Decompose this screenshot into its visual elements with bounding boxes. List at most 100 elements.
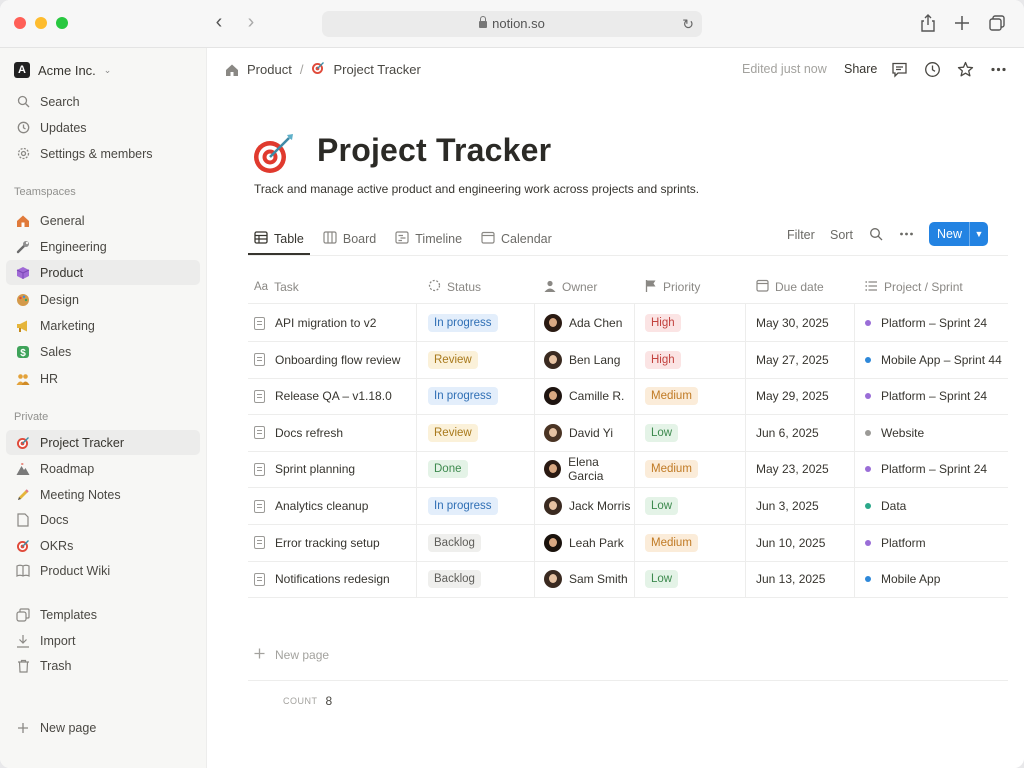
- project-cell[interactable]: Platform – Sprint 24: [859, 378, 1008, 414]
- sidebar-item-sales[interactable]: $ Sales: [6, 339, 200, 364]
- due-date-cell[interactable]: May 30, 2025: [750, 305, 854, 341]
- status-cell[interactable]: Backlog: [422, 525, 534, 561]
- sidebar-item-search[interactable]: Search: [6, 89, 200, 114]
- project-cell[interactable]: Platform: [859, 525, 1008, 561]
- due-date-cell[interactable]: May 27, 2025: [750, 342, 854, 378]
- owner-cell[interactable]: Jack Morris: [538, 488, 634, 524]
- sidebar-item-roadmap[interactable]: Roadmap: [6, 456, 200, 481]
- column-header-status[interactable]: Status: [422, 270, 534, 304]
- reload-icon[interactable]: ↻: [682, 11, 694, 37]
- breadcrumb-project-tracker[interactable]: Project Tracker: [333, 62, 420, 77]
- priority-cell[interactable]: Low: [639, 488, 745, 524]
- owner-cell[interactable]: Sam Smith: [538, 561, 634, 597]
- status-cell[interactable]: Review: [422, 415, 534, 451]
- sidebar-item-hr[interactable]: HR: [6, 366, 200, 391]
- sidebar-item-templates[interactable]: Templates: [6, 602, 200, 627]
- owner-cell[interactable]: Elena Garcia: [538, 451, 634, 487]
- back-icon[interactable]: ‹: [208, 12, 230, 34]
- home-icon[interactable]: [225, 63, 239, 77]
- project-cell[interactable]: Data: [859, 488, 1008, 524]
- project-cell[interactable]: Mobile App – Sprint 44: [859, 342, 1008, 378]
- owner-cell[interactable]: Camille R.: [538, 378, 634, 414]
- column-header-task[interactable]: Aa Task: [248, 270, 416, 304]
- owner-cell[interactable]: Leah Park: [538, 525, 634, 561]
- owner-cell[interactable]: David Yi: [538, 415, 634, 451]
- tab-table[interactable]: Table: [254, 224, 304, 254]
- table-row[interactable]: Release QA – v1.18.0 In progress Camille R…: [248, 378, 1008, 416]
- task-cell[interactable]: Docs refresh: [248, 415, 416, 451]
- due-date-cell[interactable]: May 23, 2025: [750, 451, 854, 487]
- table-row[interactable]: API migration to v2 In progress Ada Chen Hi…: [248, 305, 1008, 342]
- priority-cell[interactable]: Low: [639, 415, 745, 451]
- workspace-switcher[interactable]: A Acme Inc. ⌄: [14, 60, 111, 80]
- filter-button[interactable]: Filter: [787, 228, 815, 242]
- tab-calendar[interactable]: Calendar: [481, 224, 552, 254]
- task-cell[interactable]: Release QA – v1.18.0: [248, 378, 416, 414]
- sidebar-item-docs[interactable]: Docs: [6, 507, 200, 532]
- sidebar-item-general[interactable]: General: [6, 208, 200, 233]
- maximize-window-button[interactable]: [56, 17, 68, 29]
- forward-icon[interactable]: ›: [240, 12, 262, 34]
- priority-cell[interactable]: Medium: [639, 525, 745, 561]
- page-description[interactable]: Track and manage active product and engi…: [254, 182, 699, 196]
- close-window-button[interactable]: [14, 17, 26, 29]
- view-more-icon[interactable]: [899, 228, 914, 243]
- sidebar-item-meeting-notes[interactable]: Meeting Notes: [6, 482, 200, 507]
- priority-cell[interactable]: Medium: [639, 378, 745, 414]
- chevron-down-icon[interactable]: ▼: [970, 229, 988, 239]
- task-cell[interactable]: API migration to v2: [248, 305, 416, 341]
- priority-cell[interactable]: High: [639, 342, 745, 378]
- new-button[interactable]: New ▼: [929, 222, 988, 246]
- sidebar-item-design[interactable]: Design: [6, 287, 200, 312]
- status-cell[interactable]: Backlog: [422, 561, 534, 597]
- breadcrumb-product[interactable]: Product: [247, 62, 292, 77]
- search-icon[interactable]: [869, 227, 883, 244]
- table-row[interactable]: Analytics cleanup In progress Jack Morris L…: [248, 488, 1008, 525]
- sidebar-item-updates[interactable]: Updates: [6, 115, 200, 140]
- due-date-cell[interactable]: May 29, 2025: [750, 378, 854, 414]
- sidebar-item-okrs[interactable]: OKRs: [6, 533, 200, 558]
- table-row[interactable]: Notifications redesign Backlog Sam Smith Lo…: [248, 561, 1008, 599]
- tab-timeline[interactable]: Timeline: [395, 224, 462, 254]
- sidebar-item-product-wiki[interactable]: Product Wiki: [6, 558, 200, 583]
- sidebar-item-settings[interactable]: Settings & members: [6, 141, 200, 166]
- status-cell[interactable]: In progress: [422, 305, 534, 341]
- page-target-icon[interactable]: [251, 130, 297, 176]
- priority-cell[interactable]: High: [639, 305, 745, 341]
- table-row[interactable]: Onboarding flow review Review Ben Lang High…: [248, 342, 1008, 379]
- table-row[interactable]: Docs refresh Review David Yi Low Jun 6, 2025…: [248, 415, 1008, 452]
- owner-cell[interactable]: Ben Lang: [538, 342, 634, 378]
- sidebar-item-engineering[interactable]: Engineering: [6, 234, 200, 259]
- history-icon[interactable]: [922, 59, 942, 79]
- task-cell[interactable]: Error tracking setup: [248, 525, 416, 561]
- column-header-owner[interactable]: Owner: [538, 270, 638, 304]
- sidebar-item-project-tracker[interactable]: Project Tracker: [6, 430, 200, 455]
- due-date-cell[interactable]: Jun 6, 2025: [750, 415, 854, 451]
- status-cell[interactable]: In progress: [422, 378, 534, 414]
- column-header-priority[interactable]: Priority: [639, 270, 749, 304]
- more-options-icon[interactable]: [988, 59, 1008, 79]
- task-cell[interactable]: Analytics cleanup: [248, 488, 416, 524]
- column-header-project[interactable]: Project / Sprint: [859, 270, 1008, 304]
- owner-cell[interactable]: Ada Chen: [538, 305, 634, 341]
- project-cell[interactable]: Platform – Sprint 24: [859, 451, 1008, 487]
- project-cell[interactable]: Mobile App: [859, 561, 1008, 597]
- share-browser-icon[interactable]: [917, 12, 939, 34]
- table-row[interactable]: Sprint planning Done Elena Garcia Medium May…: [248, 451, 1008, 489]
- sidebar-item-trash[interactable]: Trash: [6, 653, 200, 678]
- tabs-overview-icon[interactable]: [986, 12, 1008, 34]
- task-cell[interactable]: Onboarding flow review: [248, 342, 416, 378]
- status-cell[interactable]: In progress: [422, 488, 534, 524]
- table-row[interactable]: Error tracking setup Backlog Leah Park Medi…: [248, 525, 1008, 562]
- sidebar-item-product[interactable]: Product: [6, 260, 200, 285]
- share-button[interactable]: Share: [844, 62, 877, 76]
- project-cell[interactable]: Platform – Sprint 24: [859, 305, 1008, 341]
- due-date-cell[interactable]: Jun 10, 2025: [750, 525, 854, 561]
- new-tab-icon[interactable]: [951, 12, 973, 34]
- star-icon[interactable]: [955, 59, 975, 79]
- sidebar-new-page-button[interactable]: New page: [6, 715, 200, 740]
- priority-cell[interactable]: Medium: [639, 451, 745, 487]
- sort-button[interactable]: Sort: [830, 228, 853, 242]
- column-header-due-date[interactable]: Due date: [750, 270, 855, 304]
- table-new-page-button[interactable]: New page: [254, 648, 329, 662]
